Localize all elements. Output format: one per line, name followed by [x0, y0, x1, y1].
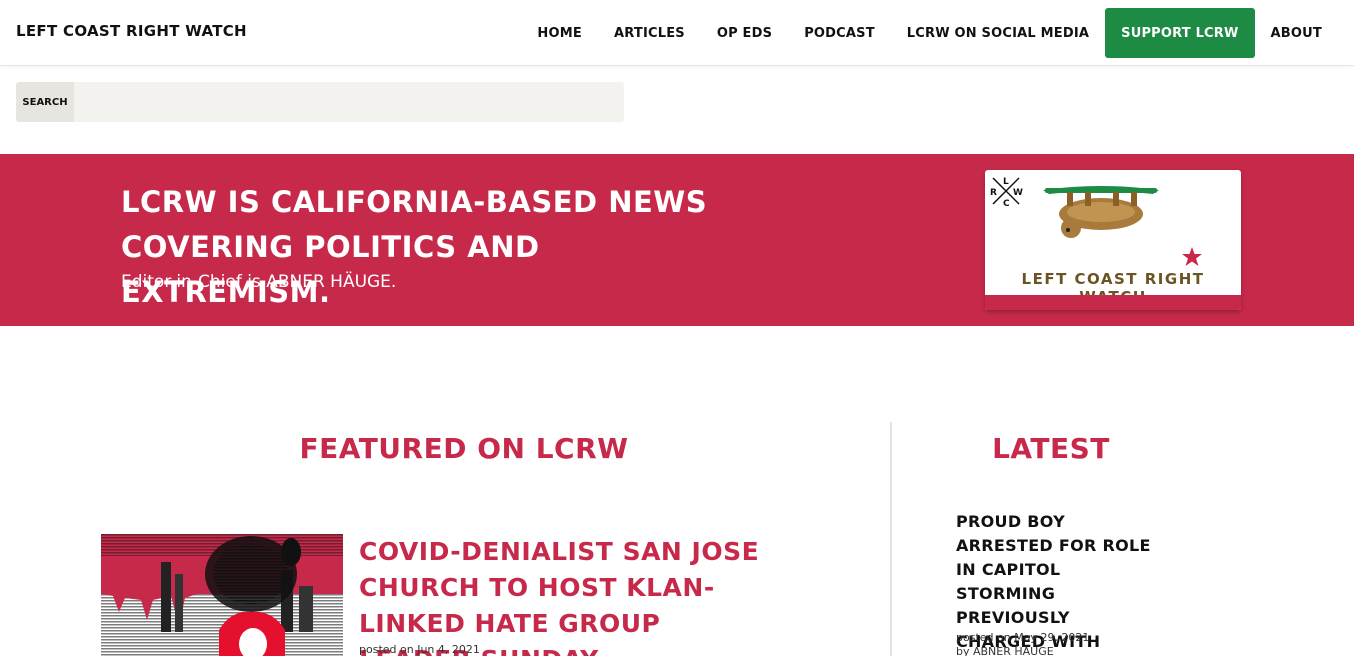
nav-about[interactable]: ABOUT — [1255, 8, 1338, 58]
nav-home[interactable]: HOME — [521, 8, 598, 58]
featured-article-date: posted on Jun 4, 2021 — [359, 643, 480, 656]
svg-text:R: R — [990, 188, 997, 198]
site-logo: L R W C LEFT COAST RIGHT WATCH — [985, 170, 1241, 310]
hero-banner: LCRW IS CALIFORNIA-BASED NEWS COVERING P… — [0, 154, 1354, 326]
latest-heading: LATEST — [992, 432, 1110, 465]
nav-podcast[interactable]: PODCAST — [788, 8, 891, 58]
latest-article-meta: posted on May 29, 2021 by ABNER HÄUGE — [956, 631, 1089, 656]
latest-article-byline[interactable]: by ABNER HÄUGE — [956, 645, 1089, 656]
support-button[interactable]: SUPPORT LCRW — [1105, 8, 1255, 58]
main-nav: HOME ARTICLES OP EDS PODCAST LCRW ON SOC… — [521, 8, 1338, 58]
lcrw-mark-icon: L R W C — [990, 177, 1023, 208]
latest-article-date: posted on May 29, 2021 — [956, 631, 1090, 644]
featured-article-image[interactable] — [101, 534, 343, 656]
svg-text:W: W — [1013, 188, 1023, 198]
site-brand-link[interactable]: LEFT COAST RIGHT WATCH — [16, 22, 247, 40]
search-input[interactable] — [74, 82, 624, 122]
nav-op-eds[interactable]: OP EDS — [701, 8, 788, 58]
search-label: SEARCH — [16, 82, 74, 122]
featured-heading: FEATURED ON LCRW — [299, 432, 629, 465]
featured-illustration-icon — [101, 534, 343, 656]
red-star-icon — [1182, 247, 1202, 266]
hero-title: LCRW IS CALIFORNIA-BASED NEWS COVERING P… — [121, 185, 708, 309]
svg-text:C: C — [1003, 199, 1010, 208]
nav-social-media[interactable]: LCRW ON SOCIAL MEDIA — [891, 8, 1105, 58]
svg-text:L: L — [1003, 177, 1009, 187]
logo-card-strip — [985, 295, 1241, 310]
search-bar: SEARCH — [16, 82, 624, 122]
featured-article-title-link[interactable]: COVID-DENIALIST SAN JOSE CHURCH TO HOST … — [359, 534, 779, 656]
column-divider — [890, 422, 892, 656]
site-header: LEFT COAST RIGHT WATCH HOME ARTICLES OP … — [0, 0, 1354, 66]
hero-subtitle: Editor-in-Chief is ABNER HÄUGE. — [121, 272, 397, 292]
upside-down-bear-icon — [1043, 186, 1159, 238]
nav-articles[interactable]: ARTICLES — [598, 8, 701, 58]
